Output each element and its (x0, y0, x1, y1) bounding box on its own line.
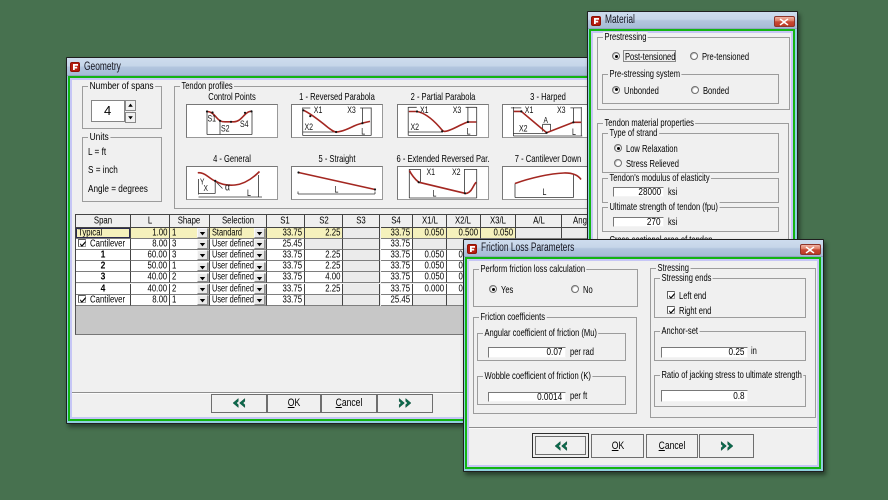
svg-text:X2: X2 (410, 122, 419, 132)
svg-text:X3: X3 (557, 105, 566, 115)
svg-text:X2: X2 (305, 122, 314, 132)
svg-text:S4: S4 (240, 119, 249, 129)
svg-text:L: L (543, 187, 547, 197)
svg-text:L: L (432, 188, 436, 198)
svg-text:L: L (466, 127, 470, 137)
svg-text:X1: X1 (314, 105, 323, 115)
svg-text:X: X (203, 183, 207, 193)
svg-text:X3: X3 (452, 105, 461, 115)
svg-text:X2: X2 (519, 123, 528, 133)
svg-text:X1: X1 (420, 105, 429, 115)
svg-text:L: L (361, 127, 365, 137)
svg-text:α: α (225, 181, 230, 193)
svg-text:S2: S2 (221, 124, 230, 134)
svg-text:X3: X3 (347, 105, 356, 115)
svg-text:A: A (544, 115, 549, 125)
svg-text:L: L (572, 127, 576, 137)
svg-text:L: L (335, 184, 339, 194)
svg-text:X1: X1 (426, 167, 435, 177)
svg-text:X2: X2 (452, 167, 461, 177)
svg-text:S1: S1 (207, 114, 216, 124)
svg-text:L: L (247, 188, 251, 198)
svg-text:X1: X1 (525, 105, 534, 115)
